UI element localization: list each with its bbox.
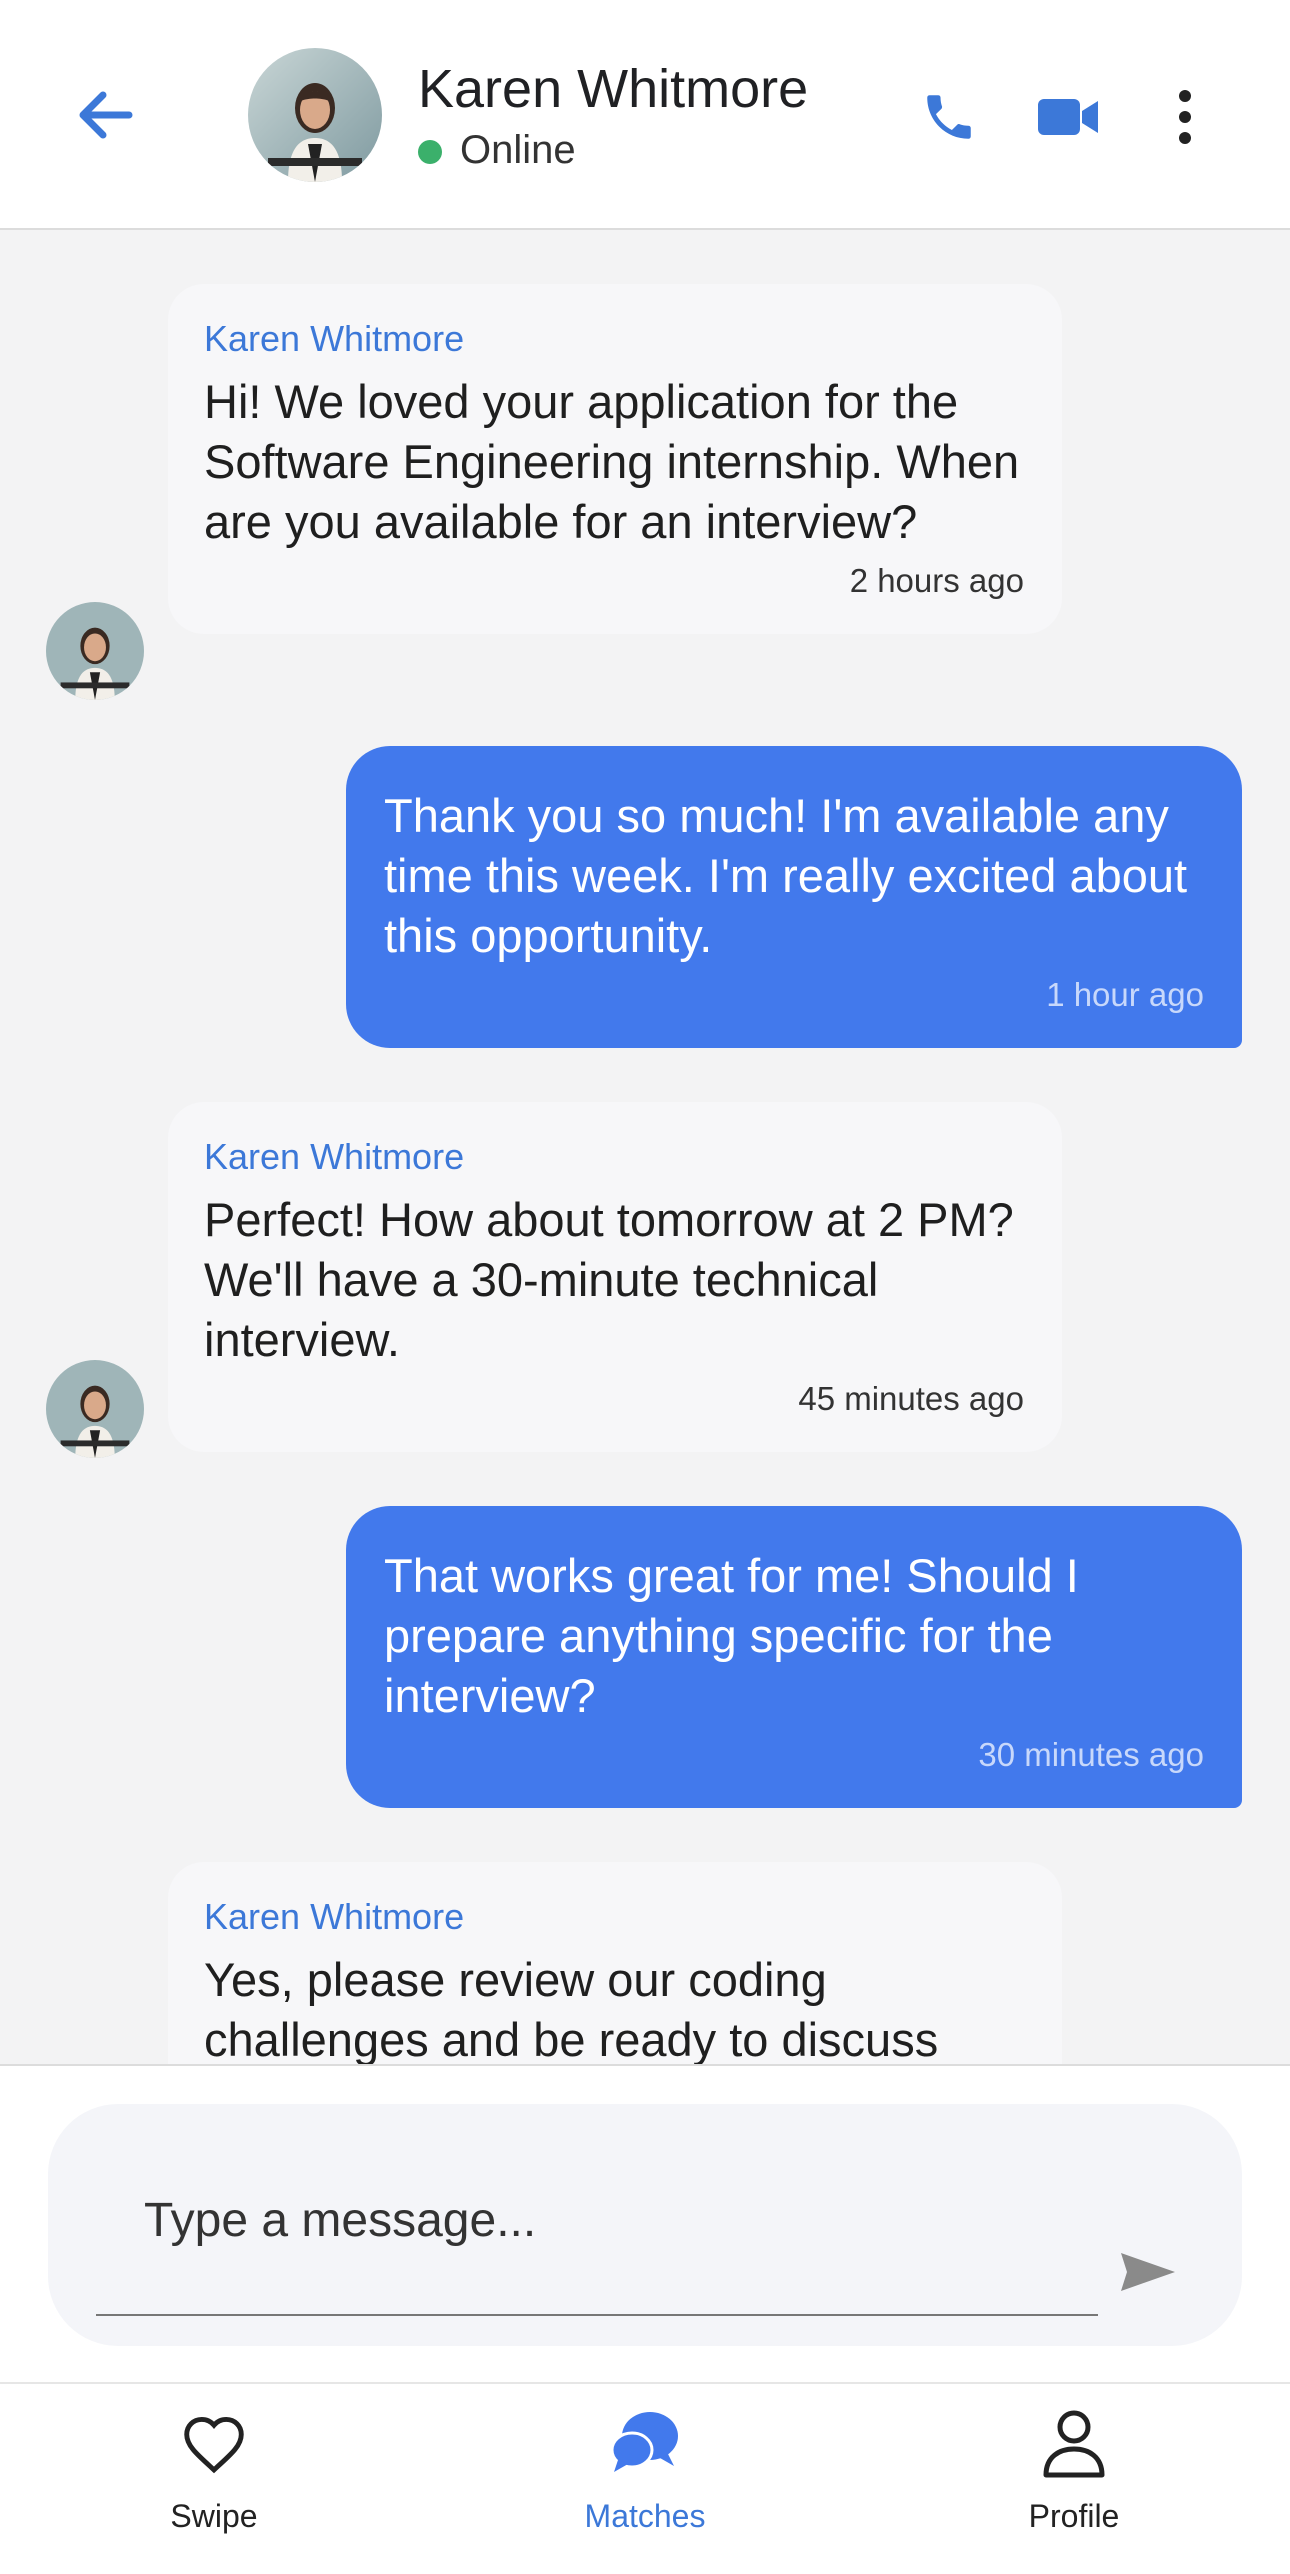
message-input[interactable] — [144, 2160, 1094, 2280]
back-arrow-icon — [79, 91, 133, 139]
sender-avatar[interactable] — [46, 602, 144, 700]
nav-swipe[interactable]: Swipe — [94, 2404, 334, 2564]
nav-label: Matches — [584, 2498, 706, 2534]
message-text: Thank you so much! I'm available any tim… — [384, 789, 1188, 962]
composer-area — [0, 2064, 1290, 2382]
message-time: 2 hours ago — [849, 562, 1024, 599]
message-text: Yes, please review our coding challenges… — [204, 1953, 939, 2064]
more-options-button[interactable] — [1160, 80, 1210, 154]
chat-bubbles-icon — [605, 2404, 685, 2484]
message-text: Perfect! How about tomorrow at 2 PM? We'… — [204, 1193, 1014, 1366]
voice-call-button[interactable] — [912, 80, 986, 154]
phone-icon — [927, 95, 971, 139]
nav-label: Swipe — [170, 2498, 258, 2534]
incoming-message: Karen Whitmore Hi! We loved your applica… — [168, 284, 1062, 634]
nav-label: Profile — [1028, 2498, 1120, 2534]
incoming-message: Karen Whitmore Yes, please review our co… — [168, 1862, 1062, 2064]
message-text: Hi! We loved your application for the So… — [204, 375, 1020, 548]
video-call-button[interactable] — [1032, 82, 1106, 152]
send-button[interactable] — [1108, 2232, 1188, 2312]
person-icon — [1034, 2404, 1114, 2484]
contact-name: Karen Whitmore — [418, 59, 809, 119]
composer — [48, 2104, 1242, 2346]
nav-profile[interactable]: Profile — [954, 2404, 1194, 2564]
kebab-menu-icon — [1179, 90, 1191, 144]
send-icon — [1121, 2253, 1175, 2291]
heart-icon — [174, 2404, 254, 2484]
sender-avatar[interactable] — [46, 1360, 144, 1458]
message-sender: Karen Whitmore — [204, 1136, 465, 1177]
nav-matches[interactable]: Matches — [525, 2404, 765, 2564]
message-time: 45 minutes ago — [798, 1380, 1024, 1417]
input-underline — [96, 2314, 1098, 2316]
chat-header: Karen Whitmore Online — [0, 0, 1290, 230]
contact-status: Online — [460, 128, 576, 172]
outgoing-message: That works great for me! Should I prepar… — [346, 1506, 1242, 1808]
contact-avatar[interactable] — [248, 48, 382, 182]
online-status-icon — [418, 140, 442, 164]
incoming-message: Karen Whitmore Perfect! How about tomorr… — [168, 1102, 1062, 1452]
back-button[interactable] — [70, 80, 140, 150]
message-sender: Karen Whitmore — [204, 318, 465, 359]
message-sender: Karen Whitmore — [204, 1896, 465, 1937]
message-list[interactable]: Karen Whitmore Hi! We loved your applica… — [0, 232, 1290, 2064]
message-text: That works great for me! Should I prepar… — [384, 1549, 1079, 1722]
bottom-navigation: Swipe Matches Profile — [0, 2382, 1290, 2574]
message-time: 1 hour ago — [1046, 976, 1204, 1013]
video-camera-icon — [1038, 99, 1098, 135]
outgoing-message: Thank you so much! I'm available any tim… — [346, 746, 1242, 1048]
message-time: 30 minutes ago — [978, 1736, 1204, 1773]
